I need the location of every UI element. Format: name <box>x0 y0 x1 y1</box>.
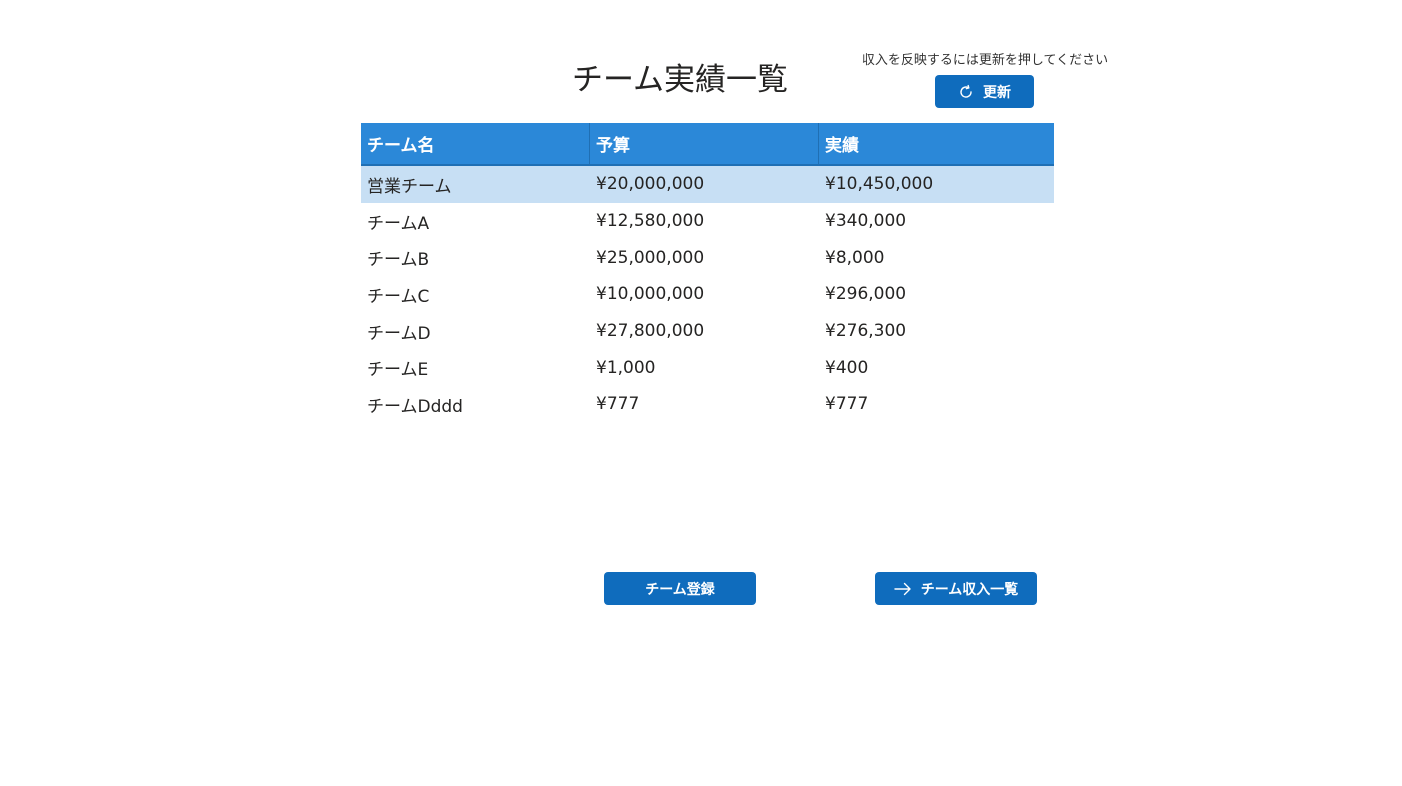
refresh-button[interactable]: 更新 <box>935 75 1034 108</box>
page-title: チーム実績一覧 <box>571 62 789 98</box>
cell-team-name: チームB <box>367 250 430 271</box>
table-row[interactable]: チームC ¥10,000,000 ¥296,000 <box>361 276 1054 313</box>
team-performance-screen: チーム実績一覧 収入を反映するには更新を押してください 更新 チーム名 予算 実… <box>0 0 1402 786</box>
team-table: チーム名 予算 実績 営業チーム ¥20,000,000 ¥10,450,000 チー… <box>361 123 1054 423</box>
cell-budget: ¥777 <box>596 394 640 415</box>
cell-budget: ¥10,000,000 <box>596 284 705 305</box>
refresh-button-label: 更新 <box>983 84 1011 101</box>
team-income-list-button[interactable]: チーム収入一覧 <box>875 572 1037 605</box>
column-header-team-name[interactable]: チーム名 <box>361 123 590 166</box>
cell-budget: ¥1,000 <box>596 357 656 378</box>
table-row[interactable]: チームE ¥1,000 ¥400 <box>361 349 1054 386</box>
cell-actual: ¥400 <box>825 357 869 378</box>
cell-actual: ¥296,000 <box>825 284 907 305</box>
cell-actual: ¥10,450,000 <box>825 174 934 195</box>
team-register-button-label: チーム登録 <box>645 581 715 598</box>
refresh-hint: 収入を反映するには更新を押してください <box>861 53 1109 68</box>
cell-actual: ¥777 <box>825 394 869 415</box>
table-row[interactable]: チームB ¥25,000,000 ¥8,000 <box>361 239 1054 276</box>
cell-team-name: チームC <box>367 286 430 307</box>
table-header: チーム名 予算 実績 <box>361 123 1054 166</box>
cell-actual: ¥276,300 <box>825 321 907 342</box>
cell-team-name: チームE <box>367 360 429 381</box>
column-header-actual[interactable]: 実績 <box>819 123 1054 166</box>
table-row[interactable]: チームDddd ¥777 ¥777 <box>361 386 1054 423</box>
table-row[interactable]: チームA ¥12,580,000 ¥340,000 <box>361 203 1054 240</box>
cell-budget: ¥20,000,000 <box>596 174 705 195</box>
table-row[interactable]: チームD ¥27,800,000 ¥276,300 <box>361 313 1054 350</box>
cell-actual: ¥8,000 <box>825 247 885 268</box>
cell-team-name: チームDddd <box>367 396 463 417</box>
cell-team-name: チームA <box>367 213 430 234</box>
cell-actual: ¥340,000 <box>825 211 907 232</box>
column-header-budget[interactable]: 予算 <box>590 123 819 166</box>
cell-team-name: 営業チーム <box>367 176 452 197</box>
table-row[interactable]: 営業チーム ¥20,000,000 ¥10,450,000 <box>361 166 1054 203</box>
cell-budget: ¥27,800,000 <box>596 321 705 342</box>
cell-budget: ¥12,580,000 <box>596 211 705 232</box>
cell-budget: ¥25,000,000 <box>596 247 705 268</box>
cell-team-name: チームD <box>367 323 431 344</box>
refresh-icon <box>958 84 974 100</box>
table-body: 営業チーム ¥20,000,000 ¥10,450,000 チームA ¥12,580,0… <box>361 166 1054 423</box>
team-register-button[interactable]: チーム登録 <box>604 572 756 605</box>
arrow-right-icon <box>894 582 912 596</box>
team-income-list-button-label: チーム収入一覧 <box>920 581 1019 598</box>
